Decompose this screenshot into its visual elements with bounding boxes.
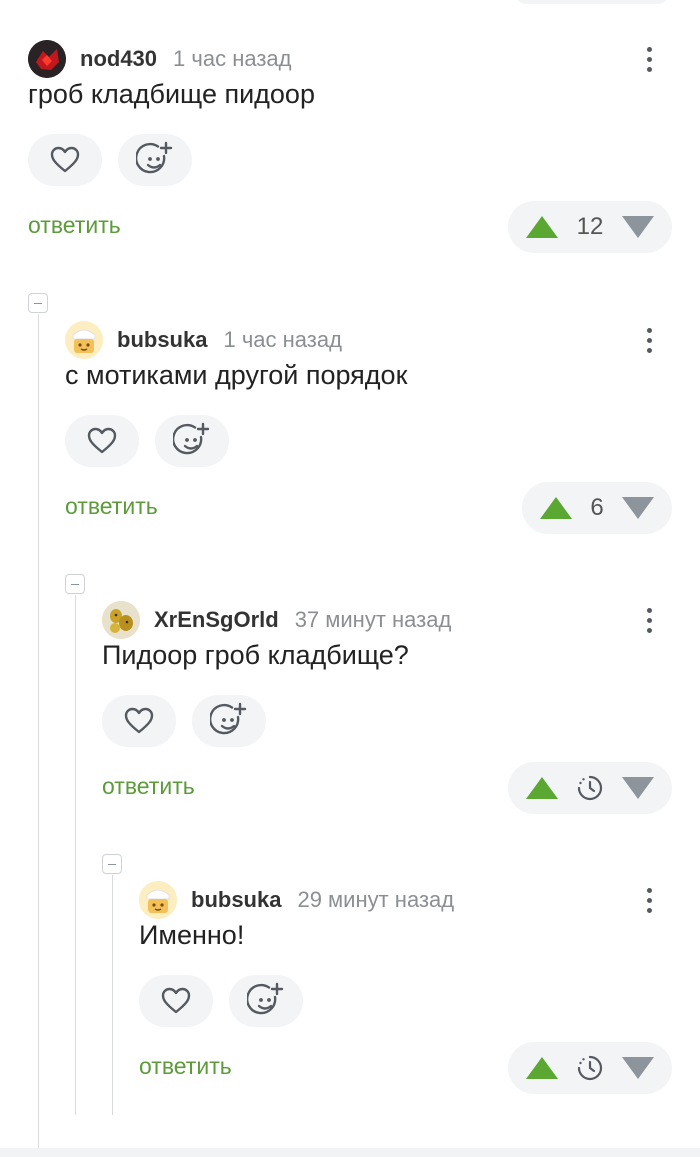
smile-plus-icon	[210, 702, 247, 735]
reply-link[interactable]: ответить	[139, 1053, 232, 1080]
username[interactable]: nod430	[80, 46, 157, 72]
heart-icon	[50, 146, 80, 173]
previous-rating-pill	[516, 0, 668, 4]
username[interactable]: bubsuka	[191, 887, 281, 913]
more-options-button[interactable]	[637, 600, 661, 640]
add-reaction-button[interactable]	[118, 134, 192, 186]
heart-icon	[87, 427, 117, 454]
like-button[interactable]	[139, 975, 213, 1027]
rating-count: 6	[590, 494, 604, 521]
heart-icon	[161, 987, 191, 1014]
comment-time[interactable]: 1 час назад	[173, 46, 291, 72]
like-button[interactable]	[28, 134, 102, 186]
downvote-arrow-icon[interactable]	[621, 216, 654, 238]
comment-header: XrEnSgOrld 37 минут назад	[102, 600, 451, 640]
add-reaction-button[interactable]	[192, 695, 266, 747]
downvote-arrow-icon[interactable]	[622, 1057, 654, 1079]
heart-icon	[124, 707, 154, 734]
comment-time[interactable]: 37 минут назад	[295, 607, 452, 633]
reply-link[interactable]: ответить	[65, 493, 158, 520]
reply-link[interactable]: ответить	[102, 773, 195, 800]
comment: nod430 1 час назад гроб кладбище пидоор …	[0, 39, 700, 299]
upvote-arrow-icon[interactable]	[526, 216, 558, 238]
upvote-arrow-icon[interactable]	[526, 777, 558, 799]
add-reaction-button[interactable]	[155, 415, 229, 467]
comment-header: bubsuka 1 час назад	[65, 320, 342, 360]
user-avatar[interactable]	[65, 321, 103, 359]
upvote-arrow-icon[interactable]	[540, 497, 572, 519]
more-options-button[interactable]	[637, 880, 661, 920]
more-options-button[interactable]	[637, 320, 661, 360]
rating-count: 12	[576, 213, 604, 240]
user-avatar[interactable]	[28, 40, 66, 78]
downvote-arrow-icon[interactable]	[622, 777, 654, 799]
user-avatar[interactable]	[102, 601, 140, 639]
comment-text: Именно!	[139, 920, 245, 950]
upvote-arrow-icon[interactable]	[526, 1057, 558, 1079]
page-bottom-divider	[0, 1148, 700, 1157]
comment-text: гроб кладбище пидоор	[28, 79, 315, 109]
reply-link[interactable]: ответить	[28, 212, 121, 239]
rating-pending-clock-icon	[577, 1055, 603, 1081]
add-reaction-button[interactable]	[229, 975, 303, 1027]
smile-plus-icon	[136, 141, 173, 174]
rating-widget: 12	[508, 201, 672, 253]
rating-widget	[508, 1042, 672, 1094]
comment-text: Пидоор гроб кладбище?	[102, 640, 409, 670]
rating-pending-clock-icon	[577, 775, 603, 801]
smile-plus-icon	[247, 982, 284, 1015]
comment-header: nod430 1 час назад	[28, 39, 292, 79]
rating-widget	[508, 762, 672, 814]
comment: bubsuka 1 час назад с мотиками другой по…	[0, 320, 700, 580]
user-avatar[interactable]	[139, 881, 177, 919]
more-options-button[interactable]	[637, 39, 661, 79]
username[interactable]: XrEnSgOrld	[154, 607, 279, 633]
like-button[interactable]	[65, 415, 139, 467]
smile-plus-icon	[173, 422, 210, 455]
like-button[interactable]	[102, 695, 176, 747]
comment-time[interactable]: 1 час назад	[223, 327, 341, 353]
rating-widget: 6	[522, 482, 672, 534]
downvote-arrow-icon[interactable]	[621, 497, 654, 519]
comment-time[interactable]: 29 минут назад	[297, 887, 454, 913]
comment: bubsuka 29 минут назад Именно! ответить	[0, 880, 700, 1140]
comment-header: bubsuka 29 минут назад	[139, 880, 454, 920]
comment: XrEnSgOrld 37 минут назад Пидоор гроб кл…	[0, 600, 700, 860]
comment-text: с мотиками другой порядок	[65, 360, 408, 390]
username[interactable]: bubsuka	[117, 327, 207, 353]
